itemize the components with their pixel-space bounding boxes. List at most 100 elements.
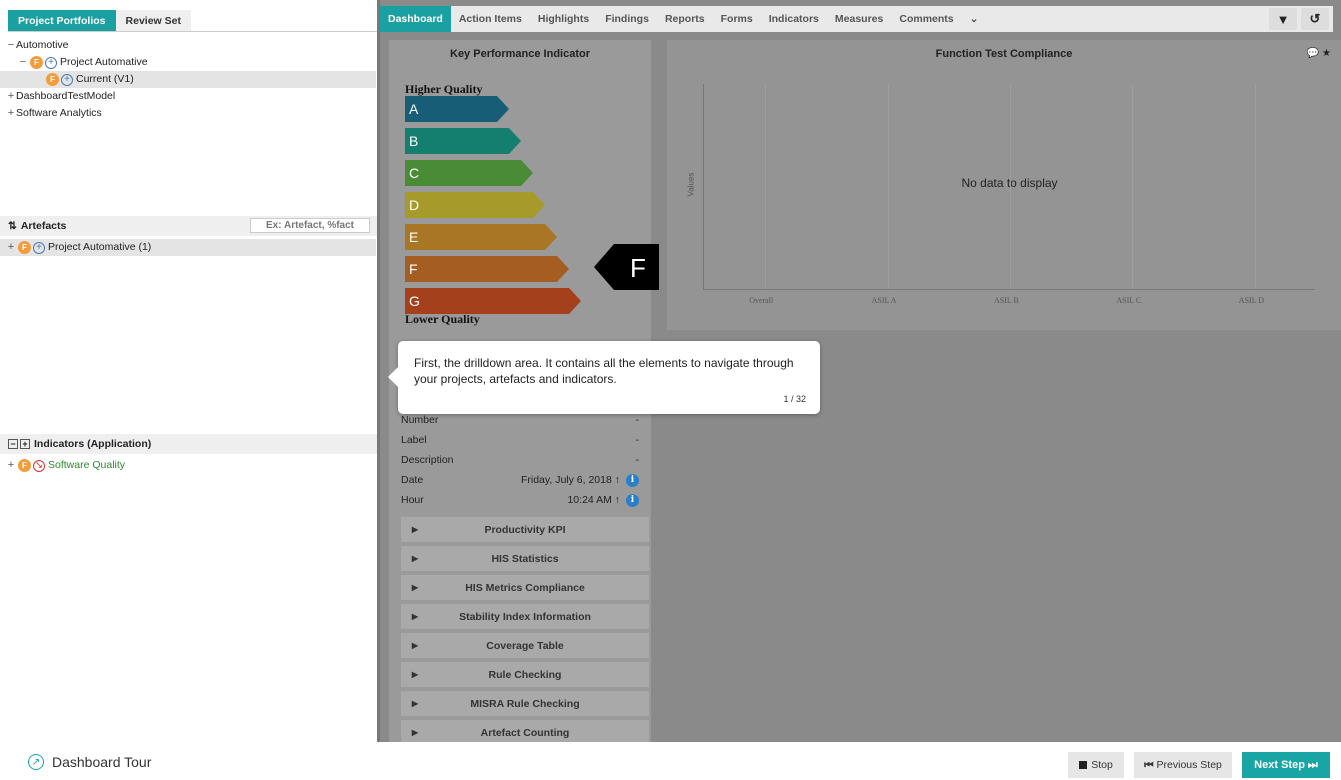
expand-icon[interactable]: +: [6, 88, 16, 105]
tree-item-automotive[interactable]: − Automotive: [6, 37, 376, 54]
collapse-icon[interactable]: −: [6, 37, 16, 54]
tab-forms[interactable]: Forms: [713, 6, 761, 32]
tab-measures[interactable]: Measures: [827, 6, 891, 32]
drilldown-panel: Project Portfolios Review Set − Automoti…: [0, 0, 378, 742]
tab-dashboard[interactable]: Dashboard: [380, 6, 451, 32]
artefacts-title: Artefacts: [20, 220, 67, 232]
nav-actions: ▼ ↺: [1265, 8, 1329, 30]
rating-bar-tip: [533, 192, 545, 218]
artefact-tree: + F + Project Automative (1): [0, 239, 376, 256]
tree-item-current[interactable]: F + Current (V1): [0, 71, 376, 88]
expand-icon[interactable]: +: [6, 105, 16, 122]
tab-comments[interactable]: Comments: [891, 6, 961, 32]
artefact-item[interactable]: + F + Project Automative (1): [0, 239, 376, 256]
tour-footer: ↗ Dashboard Tour Stop ⏮ Previous Step Ne…: [0, 742, 1341, 780]
kpi-section-label: Rule Checking: [488, 668, 562, 681]
rating-letter: D: [409, 197, 420, 213]
rating-letter: B: [409, 133, 419, 149]
kpi-section-row[interactable]: ▶ HIS Statistics: [401, 546, 649, 571]
stop-button[interactable]: Stop: [1068, 752, 1124, 778]
more-tabs-chevron-icon[interactable]: ⌄: [962, 6, 987, 32]
tree-item-label: Automotive: [16, 39, 69, 51]
info-row-date: Date Friday, July 6, 2018 ↑ i: [401, 470, 639, 490]
info-label: Date: [401, 474, 424, 486]
tab-reports[interactable]: Reports: [657, 6, 713, 32]
x-tick-label: ASIL A: [871, 296, 897, 305]
rating-letter: E: [409, 229, 419, 245]
history-icon[interactable]: ↺: [1301, 8, 1329, 30]
star-icon[interactable]: ★: [1322, 48, 1331, 59]
tooltip-caret: [388, 367, 398, 387]
kpi-section-label: Coverage Table: [486, 639, 564, 652]
collapse-all-icon[interactable]: −: [8, 439, 18, 449]
tree-item-software-analytics[interactable]: + Software Analytics: [6, 105, 376, 122]
x-tick-label: Overall: [749, 296, 774, 305]
tab-findings[interactable]: Findings: [597, 6, 657, 32]
expand-icon[interactable]: +: [6, 457, 16, 474]
kpi-section-row[interactable]: ▶ Rule Checking: [401, 662, 649, 687]
lower-quality-label: Lower Quality: [405, 312, 480, 326]
info-row-description: Description -: [401, 450, 639, 470]
app: Project Portfolios Review Set − Automoti…: [0, 0, 1341, 780]
rating-bar-f: F: [405, 256, 569, 282]
rating-bar-c: C: [405, 160, 533, 186]
info-row-label: Label -: [401, 430, 639, 450]
tree-item-project-automative[interactable]: − F + Project Automative: [6, 54, 376, 71]
kpi-section-row[interactable]: ▶ MISRA Rule Checking: [401, 691, 649, 716]
info-label: Label: [401, 434, 427, 446]
y-axis-label: Values: [686, 172, 696, 197]
artefact-search-input[interactable]: Ex: Artefact, %fact: [250, 218, 370, 233]
rating-bar-tip: [545, 224, 557, 250]
tree-item-dashboardtestmodel[interactable]: + DashboardTestModel: [6, 88, 376, 105]
tree-item-label: Project Automative: [60, 56, 148, 68]
sort-icon[interactable]: ⇅: [8, 220, 17, 232]
kpi-section-label: HIS Statistics: [491, 552, 559, 565]
tab-indicators[interactable]: Indicators: [761, 6, 827, 32]
rating-bar-tip: [569, 288, 581, 314]
caret-right-icon: ▶: [411, 525, 419, 534]
main-nav: Dashboard Action Items Highlights Findin…: [380, 6, 1333, 32]
info-icon[interactable]: i: [626, 493, 639, 507]
rating-bar-e: E: [405, 224, 557, 250]
previous-step-button[interactable]: ⏮ Previous Step: [1134, 752, 1232, 778]
kpi-section-label: MISRA Rule Checking: [470, 697, 580, 710]
expand-icon[interactable]: +: [6, 239, 16, 256]
x-tick-label: ASIL C: [1116, 296, 1142, 305]
caret-right-icon: ▶: [411, 641, 419, 650]
x-gridline: [1254, 84, 1256, 289]
tour-arrow-icon: ↗: [28, 754, 44, 770]
collapse-icon[interactable]: −: [18, 54, 28, 71]
tab-highlights[interactable]: Highlights: [530, 6, 597, 32]
tab-project-portfolios[interactable]: Project Portfolios: [8, 10, 116, 32]
left-tabs: Project Portfolios Review Set: [8, 10, 191, 32]
rating-bar-d: D: [405, 192, 545, 218]
tab-review-set[interactable]: Review Set: [115, 10, 191, 32]
rating-letter: G: [409, 293, 420, 309]
kpi-section-row[interactable]: ▶ Productivity KPI: [401, 517, 649, 542]
kpi-section-row[interactable]: ▶ Stability Index Information: [401, 604, 649, 629]
expand-all-icon[interactable]: +: [20, 439, 30, 449]
info-label: Hour: [401, 494, 424, 506]
rating-bar-tip: [521, 160, 533, 186]
badge-f-icon: F: [18, 241, 31, 254]
next-step-button[interactable]: Next Step ⏭: [1242, 752, 1330, 778]
chart-actions: 💬 ★: [1307, 48, 1331, 59]
badge-f-icon: F: [46, 73, 59, 86]
indicator-item[interactable]: + F ↘ Software Quality: [6, 457, 125, 474]
project-tree: − Automotive − F + Project Automative F …: [0, 37, 376, 122]
kpi-section-row[interactable]: ▶ Coverage Table: [401, 633, 649, 658]
caret-right-icon: ▶: [411, 699, 419, 708]
filter-icon[interactable]: ▼: [1269, 8, 1297, 30]
function-test-compliance-chart: Function Test Compliance 💬 ★ Values No d…: [667, 40, 1341, 330]
dashboard-tour: ↗ Dashboard Tour: [28, 754, 151, 770]
info-value: -: [635, 454, 640, 466]
info-icon[interactable]: i: [626, 473, 639, 487]
comment-icon[interactable]: 💬: [1307, 48, 1319, 59]
tab-action-items[interactable]: Action Items: [451, 6, 530, 32]
tree-item-label: Software Analytics: [16, 107, 102, 119]
skip-forward-icon: ⏭: [1307, 758, 1318, 771]
kpi-section-row[interactable]: ▶ HIS Metrics Compliance: [401, 575, 649, 600]
x-gridline: [765, 84, 767, 289]
current-grade-marker: F: [594, 244, 659, 290]
plus-circle-icon: +: [61, 73, 73, 86]
